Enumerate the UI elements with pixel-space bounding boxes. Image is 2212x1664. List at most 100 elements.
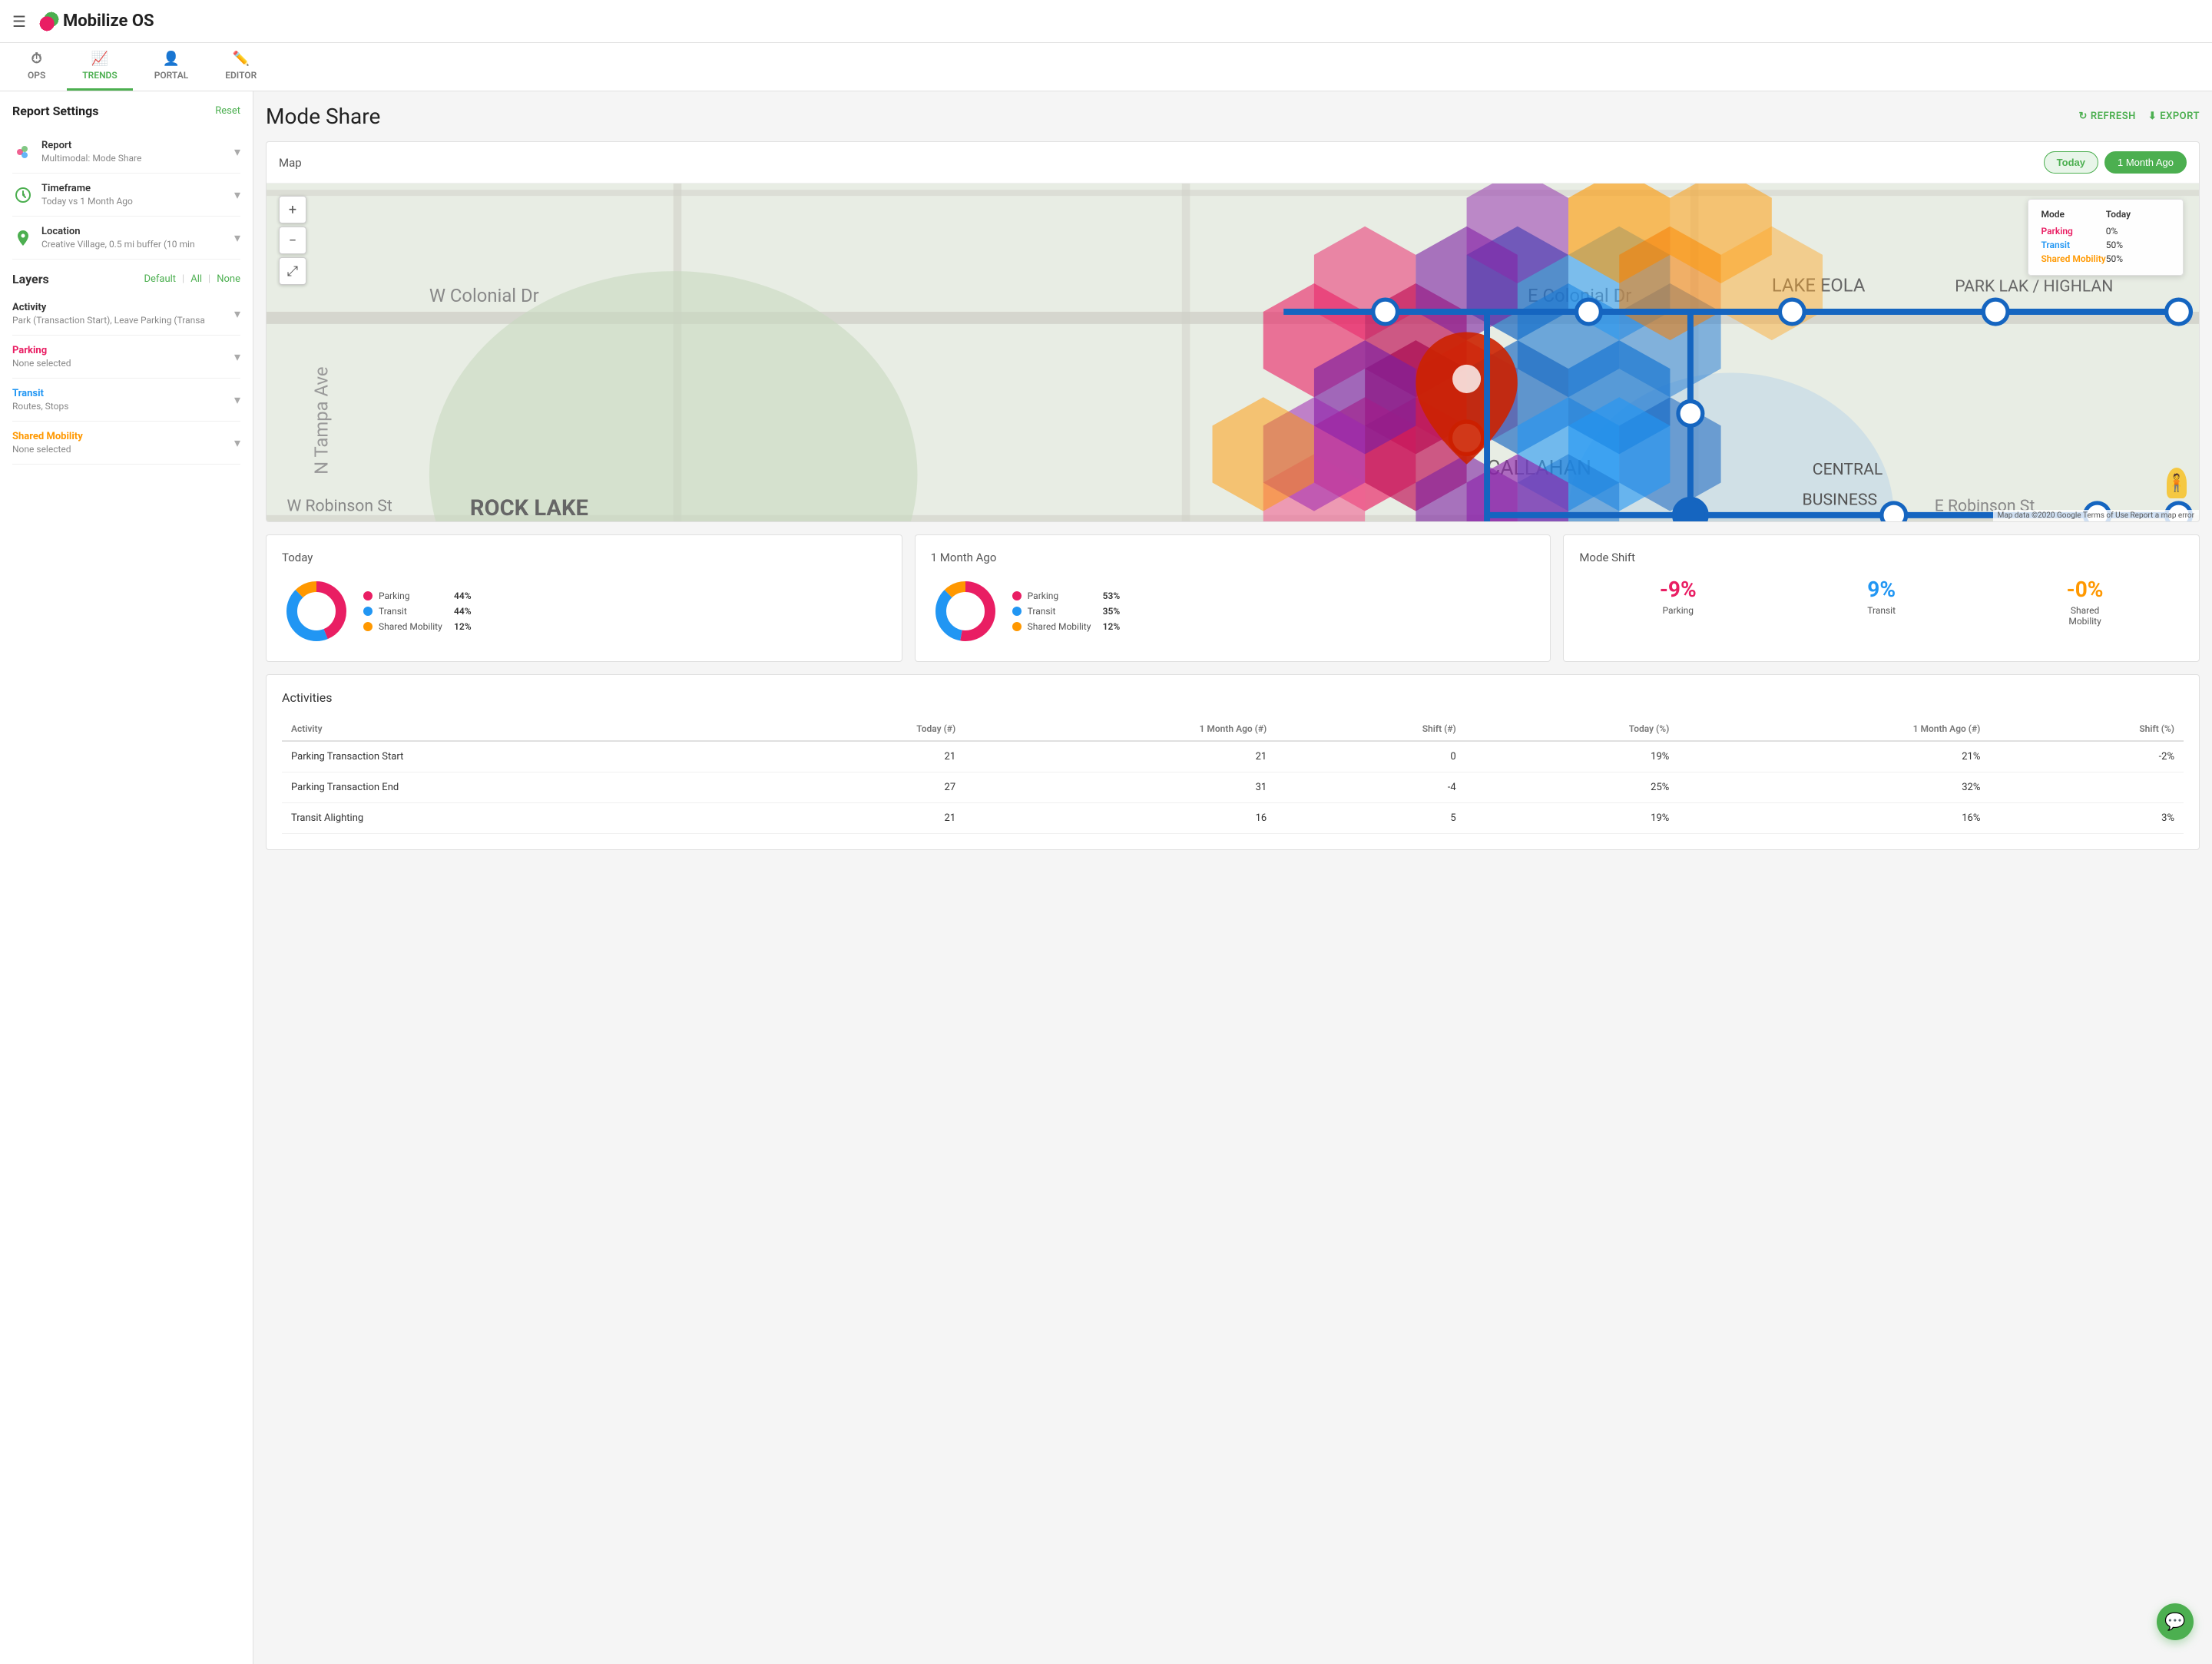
month-donut (931, 577, 1000, 646)
row2-today-n: 27 (757, 772, 965, 803)
tab-portal[interactable]: 👤 PORTAL (139, 43, 204, 91)
transit-chevron: ▾ (234, 392, 240, 407)
parking-shift-value: -9% (1660, 577, 1697, 602)
month-transit-dot (1012, 607, 1022, 616)
map-controls: + − ⤢ (279, 196, 306, 285)
month-ago-toggle[interactable]: 1 Month Ago (2104, 151, 2187, 174)
activity-layer[interactable]: Activity Park (Transaction Start), Leave… (12, 293, 240, 336)
refresh-icon: ↻ (2079, 111, 2088, 122)
fullscreen-button[interactable]: ⤢ (279, 257, 306, 285)
layers-all[interactable]: All (190, 273, 202, 285)
col-activity: Activity (282, 717, 757, 741)
tooltip-transit-value: 50% (2106, 240, 2171, 250)
ops-icon: ⏱ (31, 51, 42, 67)
today-donut-container: Parking 44% Transit 44% Shared Mobility … (282, 577, 886, 646)
layers-actions: Default | All | None (144, 273, 240, 285)
parking-layer[interactable]: Parking None selected ▾ (12, 336, 240, 379)
transit-layer-value: Routes, Stops (12, 401, 68, 412)
editor-icon: ✏️ (233, 51, 250, 67)
transit-layer[interactable]: Transit Routes, Stops ▾ (12, 379, 240, 422)
month-chart-card: 1 Month Ago Parking 53% (915, 534, 1551, 662)
report-settings-header: Report Settings Reset (12, 104, 240, 118)
col-shift-pct: Shift (%) (1989, 717, 2184, 741)
tab-portal-label: PORTAL (154, 70, 189, 81)
reset-button[interactable]: Reset (215, 105, 240, 117)
activities-section: Activities Activity Today (#) 1 Month Ag… (266, 674, 2200, 850)
shared-shift-item: -0% SharedMobility (1986, 577, 2184, 627)
month-parking-dot (1012, 591, 1022, 600)
shared-mobility-chevron: ▾ (234, 435, 240, 450)
tab-editor[interactable]: ✏️ EDITOR (210, 43, 272, 91)
row2-activity: Parking Transaction End (282, 772, 757, 803)
layers-default[interactable]: Default (144, 273, 176, 285)
export-button[interactable]: ⬇ EXPORT (2148, 111, 2200, 122)
zoom-out-button[interactable]: − (279, 227, 306, 254)
row3-shift-pct: 3% (1989, 803, 2184, 834)
month-transit-value: 35% (1103, 606, 1121, 617)
row1-shift-pct: -2% (1989, 741, 2184, 772)
tooltip-today-header: Today (2106, 209, 2171, 220)
col-month-pct: 1 Month Ago (#) (1678, 717, 1989, 741)
tooltip-parking-label: Parking (2041, 226, 2105, 237)
parking-shift-label: Parking (1663, 605, 1694, 616)
report-chevron: ▾ (234, 144, 240, 159)
charts-row: Today Parking 44% (266, 534, 2200, 662)
parking-layer-value: None selected (12, 358, 71, 369)
tooltip-shared-label: Shared Mobility (2041, 253, 2105, 264)
transit-shift-label: Transit (1867, 605, 1896, 616)
layers-header: Layers Default | All | None (12, 272, 240, 286)
app-name: Mobilize OS (63, 12, 154, 31)
location-value: Creative Village, 0.5 mi buffer (10 min (41, 239, 195, 250)
row1-activity: Parking Transaction Start (282, 741, 757, 772)
map-container[interactable]: W Colonial Dr E Colonial Dr W Robinson S… (267, 184, 2199, 521)
row1-month-pct: 21% (1678, 741, 1989, 772)
today-toggle[interactable]: Today (2044, 151, 2098, 174)
sidebar: Report Settings Reset Report Multimodal:… (0, 91, 253, 1664)
row2-today-pct: 25% (1465, 772, 1679, 803)
tab-editor-label: EDITOR (225, 70, 257, 81)
row3-today-n: 21 (757, 803, 965, 834)
hamburger-menu[interactable]: ☰ (12, 12, 26, 31)
shared-shift-value: -0% (2067, 577, 2104, 602)
svg-text:BUSINESS: BUSINESS (1803, 491, 1878, 510)
table-row: Parking Transaction Start 21 21 0 19% 21… (282, 741, 2184, 772)
month-chart-title: 1 Month Ago (931, 551, 1535, 564)
page-title: Mode Share (266, 104, 380, 129)
export-icon: ⬇ (2148, 111, 2157, 122)
activities-title: Activities (282, 690, 2184, 705)
timeframe-setting[interactable]: Timeframe Today vs 1 Month Ago ▾ (12, 174, 240, 217)
today-transit-label: Transit (379, 606, 448, 617)
tab-bar: ⏱ OPS 📈 TRENDS 👤 PORTAL ✏️ EDITOR (0, 43, 2212, 91)
layers-none[interactable]: None (217, 273, 240, 285)
pegman[interactable]: 🧍 (2167, 468, 2187, 498)
today-donut (282, 577, 351, 646)
chat-icon: 💬 (2164, 1613, 2185, 1632)
zoom-in-button[interactable]: + (279, 196, 306, 223)
logo-icon (38, 11, 60, 32)
svg-text:W Colonial Dr: W Colonial Dr (429, 285, 539, 306)
parking-shift-item: -9% Parking (1579, 577, 1777, 627)
tab-ops[interactable]: ⏱ OPS (12, 43, 61, 91)
tab-trends[interactable]: 📈 TRENDS (67, 43, 132, 91)
trends-icon: 📈 (91, 51, 108, 67)
portal-icon: 👤 (163, 51, 180, 67)
tooltip-mode-header: Mode (2041, 209, 2105, 220)
timeframe-label: Timeframe (41, 183, 133, 194)
chat-button[interactable]: 💬 (2157, 1603, 2194, 1640)
mode-shift-card: Mode Shift -9% Parking 9% Transit -0% Sh… (1563, 534, 2200, 662)
report-settings-title: Report Settings (12, 104, 98, 118)
report-setting[interactable]: Report Multimodal: Mode Share ▾ (12, 131, 240, 174)
table-row: Parking Transaction End 27 31 -4 25% 32% (282, 772, 2184, 803)
svg-text:W Robinson St: W Robinson St (286, 497, 392, 516)
row1-shift-n: 0 (1276, 741, 1465, 772)
location-setting[interactable]: Location Creative Village, 0.5 mi buffer… (12, 217, 240, 260)
month-parking-label: Parking (1028, 591, 1097, 601)
parking-chevron: ▾ (234, 349, 240, 364)
shared-mobility-layer[interactable]: Shared Mobility None selected ▾ (12, 422, 240, 465)
month-shared-dot (1012, 622, 1022, 631)
today-chart-card: Today Parking 44% (266, 534, 902, 662)
parking-dot (363, 591, 373, 600)
shared-dot (363, 622, 373, 631)
row3-today-pct: 19% (1465, 803, 1679, 834)
refresh-button[interactable]: ↻ REFRESH (2079, 111, 2136, 122)
